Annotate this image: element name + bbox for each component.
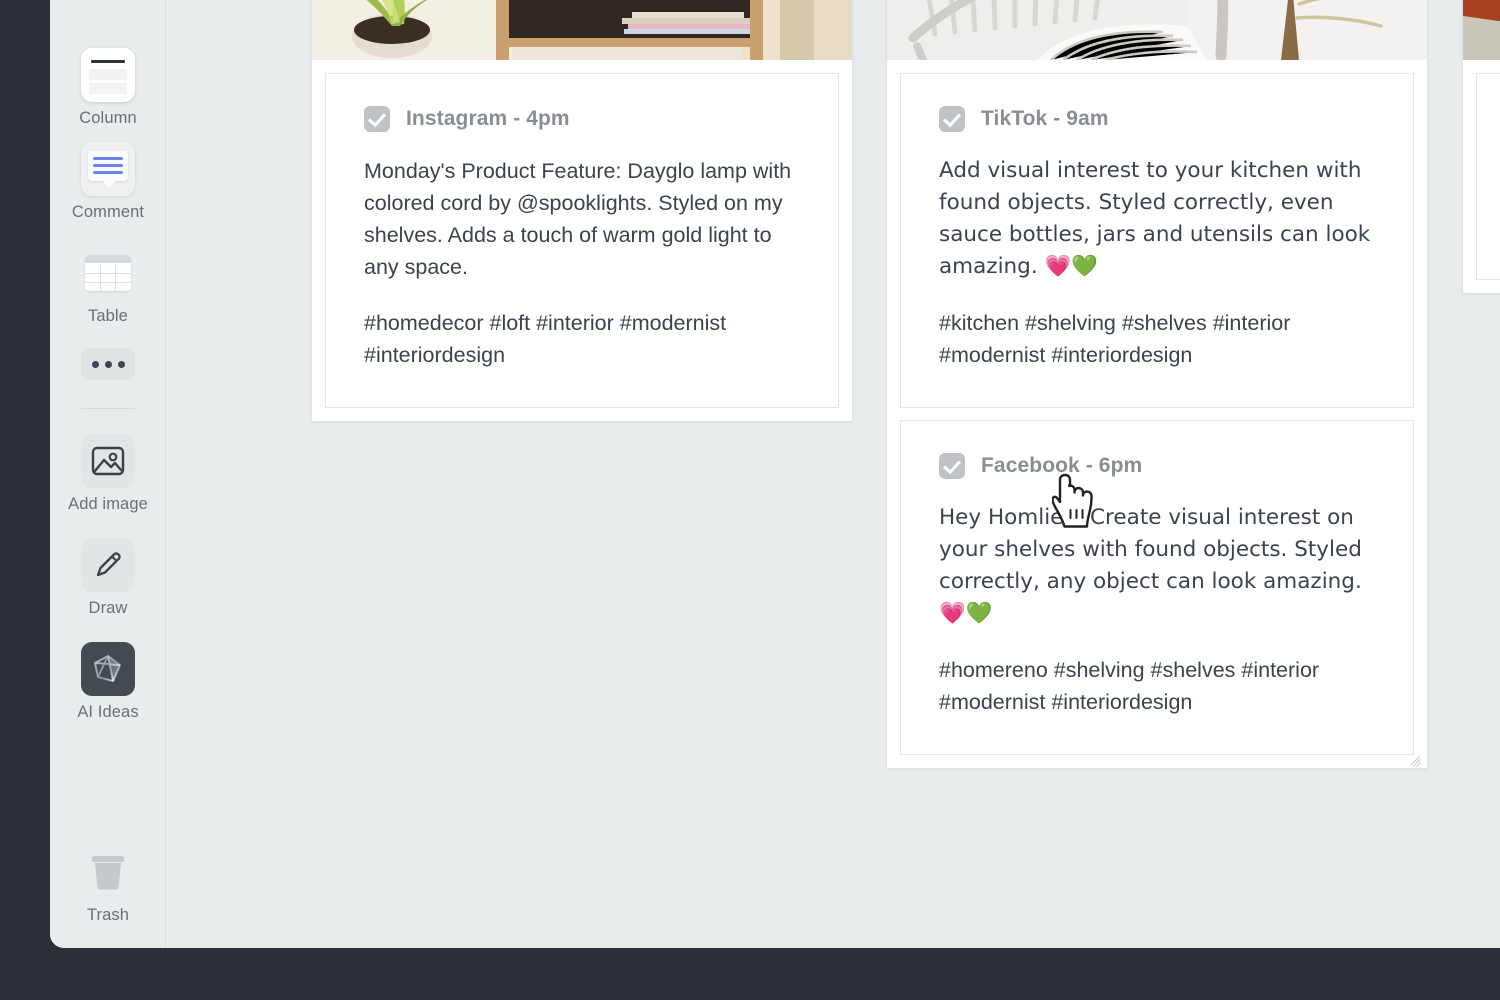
column-icon <box>81 48 135 102</box>
sidebar-item-comment[interactable]: Comment <box>50 142 166 222</box>
sidebar-item-ai-ideas[interactable]: AI Ideas <box>50 642 166 722</box>
post-body-instagram: Monday's Product Feature: Dayglo lamp wi… <box>364 159 792 279</box>
post-card-instagram[interactable]: Instagram - 4pm Monday's Product Feature… <box>325 73 839 408</box>
sidebar-item-label-ai-ideas: AI Ideas <box>77 703 139 721</box>
add-image-icon <box>81 434 135 488</box>
post-header: Facebook - 6pm <box>939 453 1375 479</box>
more-dots-icon <box>81 348 135 380</box>
sidebar-item-draw[interactable]: Draw <box>50 538 166 618</box>
sidebar-item-label-draw: Draw <box>88 599 128 617</box>
sidebar-item-trash[interactable]: Trash <box>50 845 166 925</box>
post-body-facebook: Hey Homlies! Create visual interest on y… <box>939 505 1362 626</box>
post-checkbox-facebook[interactable] <box>939 453 965 479</box>
board-canvas[interactable]: Instagram - 4pm Monday's Product Feature… <box>167 0 1500 948</box>
sidebar: Board Column Comment <box>50 0 166 948</box>
sidebar-item-table[interactable]: Table <box>50 246 166 326</box>
column-resize-handle[interactable] <box>1408 749 1424 768</box>
column-body-2: TikTok - 9am Add visual interest to your… <box>887 60 1427 768</box>
sidebar-item-column[interactable]: Column <box>50 48 166 128</box>
sidebar-item-label-comment: Comment <box>71 203 145 221</box>
comment-icon <box>81 142 135 196</box>
post-card-facebook[interactable]: Facebook - 6pm Hey Homlies! Create visua… <box>900 420 1414 755</box>
post-header: TikTok - 9am <box>939 106 1375 132</box>
post-checkbox-instagram[interactable] <box>364 106 390 132</box>
app-window: Board Column Comment <box>50 0 1500 948</box>
sidebar-item-label-column: Column <box>79 109 137 127</box>
sidebar-item-label-board: Board <box>86 0 131 5</box>
post-body-tiktok: Add visual interest to your kitchen with… <box>939 158 1371 279</box>
sidebar-item-label-table: Table <box>88 307 128 325</box>
post-tags-facebook: #homereno #shelving #shelves #interior #… <box>939 658 1320 714</box>
sidebar-item-add-image[interactable]: Add image <box>50 434 166 514</box>
sidebar-item-board[interactable]: Board <box>50 0 166 5</box>
post-card-third[interactable]: The ama and con #ho #int <box>1476 73 1500 280</box>
post-tags-tiktok: #kitchen #shelving #shelves #interior #m… <box>939 311 1291 367</box>
pencil-icon <box>81 538 135 592</box>
sidebar-item-label-add-image: Add image <box>68 495 148 513</box>
post-title-instagram: Instagram - 4pm <box>406 107 570 130</box>
post-card-tiktok[interactable]: TikTok - 9am Add visual interest to your… <box>900 73 1414 408</box>
table-icon <box>81 246 135 300</box>
column-photo-1 <box>312 0 852 60</box>
sidebar-item-more[interactable] <box>50 348 166 380</box>
post-title-facebook: Facebook - 6pm <box>981 454 1143 477</box>
ai-gem-icon <box>81 642 135 696</box>
post-checkbox-tiktok[interactable] <box>939 106 965 132</box>
column-group-1[interactable]: Instagram - 4pm Monday's Product Feature… <box>312 0 852 421</box>
post-title-tiktok: TikTok - 9am <box>981 107 1109 130</box>
trash-icon <box>81 845 135 899</box>
column-body-3: The ama and con #ho #int <box>1463 60 1500 293</box>
sidebar-divider <box>81 408 135 409</box>
column-body-1: Instagram - 4pm Monday's Product Feature… <box>312 60 852 421</box>
column-photo-3 <box>1463 0 1500 60</box>
post-header: Instagram - 4pm <box>364 106 800 132</box>
column-group-2[interactable]: TikTok - 9am Add visual interest to your… <box>887 0 1427 768</box>
column-photo-2 <box>887 0 1427 60</box>
post-tags-instagram: #homedecor #loft #interior #modernist #i… <box>364 311 727 367</box>
sidebar-item-label-trash: Trash <box>86 906 130 924</box>
column-group-3[interactable]: The ama and con #ho #int <box>1463 0 1500 293</box>
